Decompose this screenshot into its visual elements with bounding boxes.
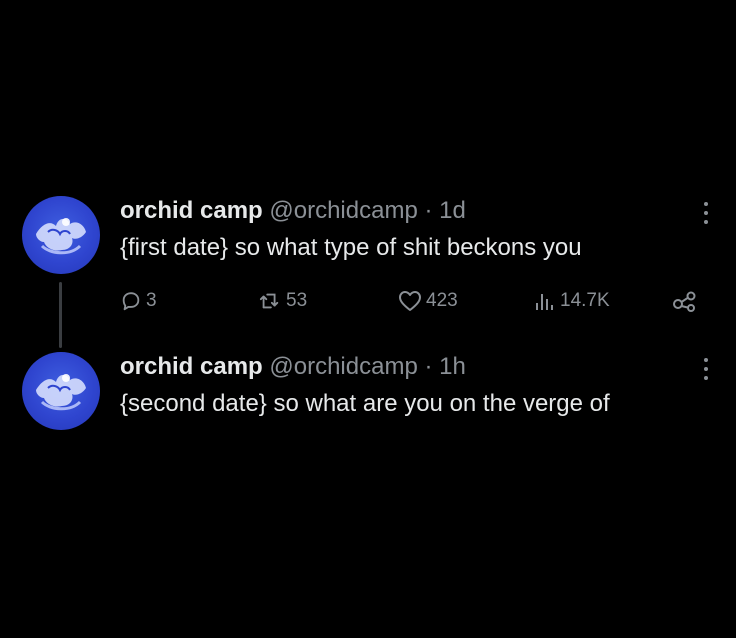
retweet-button[interactable]: 53 bbox=[258, 284, 307, 318]
avatar-image bbox=[36, 218, 86, 255]
author-handle[interactable]: @orchidcamp bbox=[269, 353, 417, 380]
tweet-actions: 3 53 423 14.7K bbox=[120, 284, 700, 318]
like-button[interactable]: 423 bbox=[398, 284, 458, 318]
reply-count: 3 bbox=[146, 290, 157, 311]
more-options-icon[interactable] bbox=[702, 202, 710, 228]
separator-dot: · bbox=[424, 353, 433, 380]
author-name[interactable]: orchid camp bbox=[120, 353, 263, 380]
tweet-text: {second date} so what are you on the ver… bbox=[120, 390, 610, 417]
tweet-thread: orchid camp @orchidcamp · 1d {first date… bbox=[0, 0, 736, 638]
speech-bubble-icon bbox=[122, 292, 140, 311]
more-options-icon[interactable] bbox=[702, 358, 710, 384]
separator-dot: · bbox=[424, 197, 433, 224]
author-name[interactable]: orchid camp bbox=[120, 197, 263, 224]
tweet-header: orchid camp @orchidcamp · 1d bbox=[120, 196, 710, 226]
views-button[interactable]: 14.7K bbox=[534, 284, 610, 318]
avatar[interactable] bbox=[22, 352, 100, 430]
tweet-body: orchid camp @orchidcamp · 1h {second dat… bbox=[120, 352, 710, 423]
share-nodes-icon bbox=[673, 291, 696, 312]
retweet-arrows-icon bbox=[259, 293, 279, 309]
bar-chart-icon bbox=[536, 294, 553, 310]
heart-icon bbox=[399, 291, 421, 311]
share-button[interactable] bbox=[672, 284, 698, 318]
view-count: 14.7K bbox=[560, 290, 610, 311]
avatar-image bbox=[36, 374, 86, 411]
avatar[interactable] bbox=[22, 196, 100, 274]
retweet-count: 53 bbox=[286, 290, 308, 311]
tweet-header: orchid camp @orchidcamp · 1h bbox=[120, 352, 710, 382]
reply-button[interactable]: 3 bbox=[120, 284, 157, 318]
like-count: 423 bbox=[426, 290, 458, 311]
timestamp[interactable]: 1h bbox=[439, 353, 466, 380]
timestamp[interactable]: 1d bbox=[439, 197, 466, 224]
tweet-body: orchid camp @orchidcamp · 1d {first date… bbox=[120, 196, 710, 267]
author-handle[interactable]: @orchidcamp bbox=[269, 197, 417, 224]
thread-connector-line bbox=[59, 282, 62, 348]
tweet-text: {first date} so what type of shit beckon… bbox=[120, 234, 582, 261]
